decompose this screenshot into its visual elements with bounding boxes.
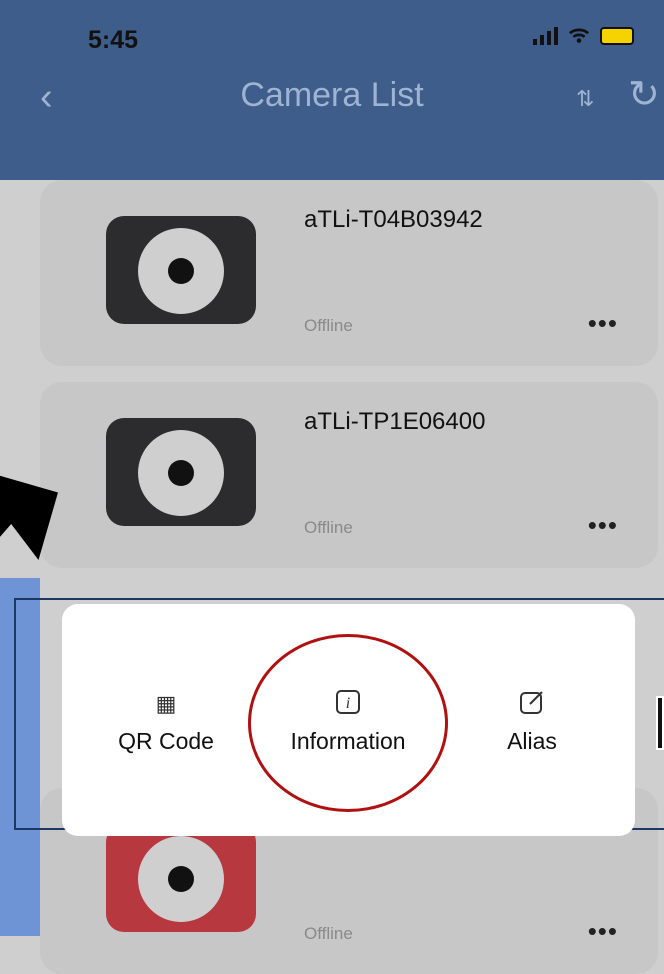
alias-button[interactable]: Alias [452, 688, 612, 755]
camera-status: Offline [304, 518, 353, 537]
camera-status: Offline [304, 924, 353, 943]
camera-lens [138, 836, 224, 922]
app-header: 5:45 ‹ Camera List ⇅ ↻ [0, 0, 664, 180]
camera-thumbnail [106, 418, 256, 526]
camera-list: aTLi-T04B03942 Offline ••• aTLi-TP1E0640… [0, 180, 664, 974]
annotation-circle [248, 634, 448, 812]
page-title: Camera List [240, 76, 424, 114]
camera-name: aTLi-TP1E06400 [304, 408, 486, 435]
camera-name: aTLi-T04B03942 [304, 206, 483, 233]
camera-status: Offline [304, 316, 353, 335]
alias-label: Alias [507, 728, 557, 754]
camera-card[interactable]: aTLi-T04B03942 Offline ••• [40, 180, 658, 366]
camera-thumbnail [106, 216, 256, 324]
more-options-icon[interactable]: ••• [588, 308, 618, 339]
camera-lens [138, 430, 224, 516]
qr-code-label: QR Code [118, 728, 214, 754]
camera-thumbnail [106, 824, 256, 932]
signal-icon [533, 27, 558, 45]
camera-lens [138, 228, 224, 314]
wifi-icon [568, 28, 590, 43]
battery-icon [600, 27, 634, 45]
qr-code-button[interactable]: ▦ QR Code [86, 688, 246, 755]
status-icons [533, 26, 634, 46]
qr-code-icon: ▦ [155, 691, 177, 716]
more-options-icon[interactable]: ••• [588, 510, 618, 541]
refresh-icon[interactable]: ↻ [628, 72, 660, 117]
edit-icon [452, 688, 612, 720]
camera-card[interactable]: aTLi-TP1E06400 Offline ••• [40, 382, 658, 568]
sort-icon[interactable]: ⇅ [576, 86, 594, 112]
status-time: 5:45 [88, 26, 139, 54]
more-options-icon[interactable]: ••• [588, 916, 618, 947]
